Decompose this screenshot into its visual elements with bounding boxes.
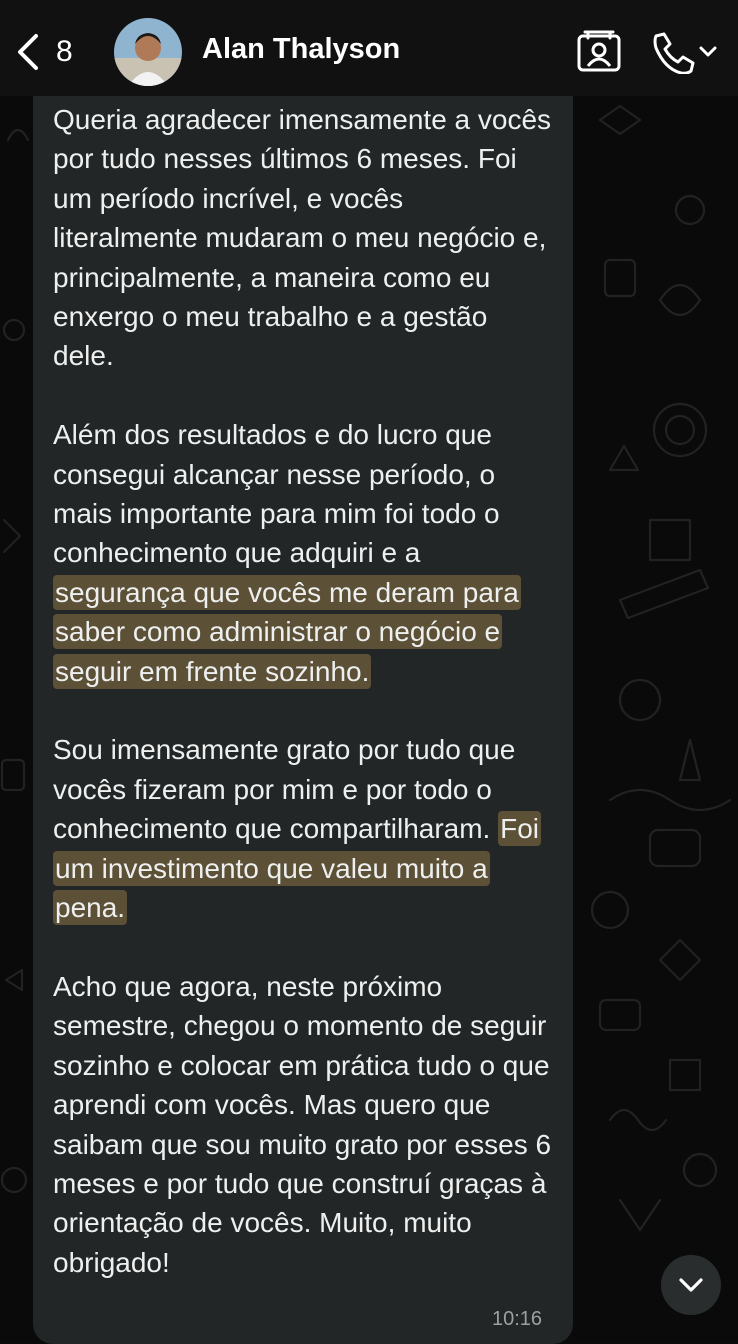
message-text-segment: Acho que agora, neste próximo semestre, … <box>53 970 552 1278</box>
back-button[interactable]: 8 <box>10 24 90 80</box>
unread-count: 8 <box>56 35 73 68</box>
contact-name[interactable]: Alan Thalyson <box>202 33 400 66</box>
message-paragraph: Queria agradecer imensamente a vocês por… <box>53 100 553 376</box>
message-paragraph: Acho que agora, neste próximo semestre, … <box>53 967 553 1282</box>
message-paragraph: Além dos resultados e do lucro que conse… <box>53 415 553 691</box>
chevron-left-icon <box>18 34 38 70</box>
scroll-to-bottom-button[interactable] <box>661 1255 721 1315</box>
highlighted-text: segurança que vocês me deram para saber … <box>53 574 521 689</box>
message-text: Queria agradecer imensamente a vocês por… <box>53 100 553 1322</box>
chevron-down-icon <box>699 46 717 57</box>
message-text-segment: Além dos resultados e do lucro que conse… <box>53 419 500 569</box>
message-text-segment: Queria agradecer imensamente a vocês por… <box>53 104 552 372</box>
avatar[interactable] <box>114 18 182 86</box>
contact-info-button[interactable] <box>576 30 622 74</box>
chat-header: 8 Alan Thalyson <box>0 0 738 96</box>
message-text-segment: Sou imensamente grato por tudo que vocês… <box>53 734 516 845</box>
message-timestamp: 10:16 <box>492 1308 543 1330</box>
call-button[interactable] <box>648 30 722 75</box>
contact-card-icon <box>577 30 621 72</box>
message-paragraph: Sou imensamente grato por tudo que vocês… <box>53 730 553 927</box>
chevron-down-icon <box>679 1278 703 1292</box>
avatar-photo <box>114 18 182 86</box>
